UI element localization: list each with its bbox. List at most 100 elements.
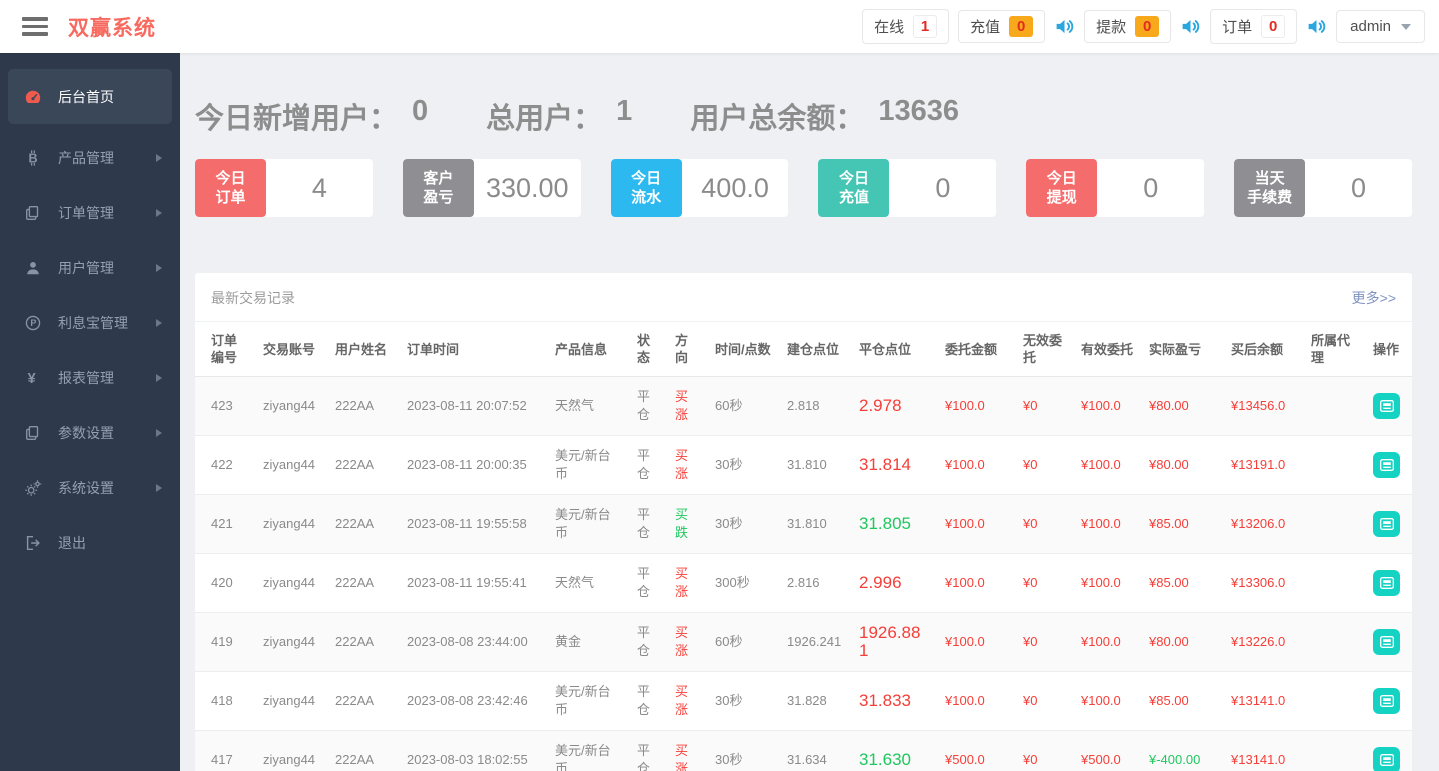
sidebar-item-reports[interactable]: ¥ 报表管理 — [0, 350, 180, 405]
valid-amount: ¥100.0 — [1073, 495, 1141, 554]
sidebar-item-logout[interactable]: 退出 — [0, 515, 180, 570]
view-order-button[interactable] — [1373, 511, 1400, 537]
order-sound-icon[interactable] — [1306, 16, 1327, 37]
card-value: 330.00 — [474, 159, 581, 217]
view-order-button[interactable] — [1373, 393, 1400, 419]
agent — [1303, 495, 1365, 554]
card-today-turnover: 今日 流水 400.0 — [611, 159, 789, 217]
profit: ¥80.00 — [1141, 436, 1223, 495]
table-row: 420ziyang44222AA2023-08-11 19:55:41天然气平仓… — [195, 554, 1412, 613]
sidebar-item-parameters[interactable]: 参数设置 — [0, 405, 180, 460]
copy-icon — [24, 423, 44, 443]
signout-icon — [24, 533, 44, 553]
card-label: 当天 手续费 — [1234, 159, 1305, 217]
gears-icon — [24, 478, 44, 498]
invalid-amount: ¥0 — [1015, 554, 1073, 613]
col-account: 交易账号 — [255, 322, 327, 377]
card-today-withdraw: 今日 提现 0 — [1026, 159, 1204, 217]
sidebar-item-label: 订单管理 — [58, 203, 114, 223]
direction: 买跌 — [667, 495, 707, 554]
view-order-button[interactable] — [1373, 570, 1400, 596]
view-order-button[interactable] — [1373, 747, 1400, 771]
status: 平仓 — [629, 672, 667, 731]
actions-cell — [1365, 731, 1412, 771]
close-point: 2.996 — [851, 554, 937, 613]
table-row: 417ziyang44222AA2023-08-03 18:02:55美元/新台… — [195, 731, 1412, 771]
col-open-point: 建仓点位 — [779, 322, 851, 377]
account: ziyang44 — [255, 613, 327, 672]
actions-cell — [1365, 495, 1412, 554]
col-balance: 买后余额 — [1223, 322, 1303, 377]
card-customer-pnl: 客户 盈亏 330.00 — [403, 159, 581, 217]
product: 美元/新台币 — [547, 495, 629, 554]
sidebar-item-orders[interactable]: 订单管理 — [0, 185, 180, 240]
recharge-sound-icon[interactable] — [1054, 16, 1075, 37]
close-point: 31.630 — [851, 731, 937, 771]
chevron-right-icon — [156, 154, 162, 162]
sidebar-item-products[interactable]: B 产品管理 — [0, 130, 180, 185]
sidebar: 后台首页 B 产品管理 订单管理 用户管理 P 利息宝管理 ¥ 报表管理 — [0, 53, 180, 771]
sidebar-item-label: 用户管理 — [58, 258, 114, 278]
user-menu[interactable]: admin — [1336, 10, 1425, 43]
col-actions: 操作 — [1365, 322, 1412, 377]
sidebar-item-interest[interactable]: P 利息宝管理 — [0, 295, 180, 350]
copy-icon — [24, 203, 44, 223]
table-row: 422ziyang44222AA2023-08-11 20:00:35美元/新台… — [195, 436, 1412, 495]
view-order-button[interactable] — [1373, 688, 1400, 714]
open-point: 1926.241 — [779, 613, 851, 672]
main-content: 今日新增用户：0 总用户：1 用户总余额：13636 今日 订单 4 客户 盈亏… — [195, 0, 1412, 771]
online-count-badge: 1 — [913, 15, 937, 38]
recharge-label: 充值 — [970, 16, 1000, 37]
profit: ¥85.00 — [1141, 554, 1223, 613]
agent — [1303, 613, 1365, 672]
valid-amount: ¥500.0 — [1073, 731, 1141, 771]
view-order-button[interactable] — [1373, 629, 1400, 655]
user-name: 222AA — [327, 436, 399, 495]
view-order-button[interactable] — [1373, 452, 1400, 478]
invalid-amount: ¥0 — [1015, 436, 1073, 495]
duration: 30秒 — [707, 731, 779, 771]
card-label: 今日 提现 — [1026, 159, 1097, 217]
col-user-name: 用户姓名 — [327, 322, 399, 377]
account: ziyang44 — [255, 495, 327, 554]
agent — [1303, 377, 1365, 436]
amount: ¥100.0 — [937, 377, 1015, 436]
profit: ¥80.00 — [1141, 377, 1223, 436]
chevron-right-icon — [156, 264, 162, 272]
col-status: 状态 — [629, 322, 667, 377]
sidebar-item-label: 参数设置 — [58, 423, 114, 443]
product: 美元/新台币 — [547, 731, 629, 771]
order-id: 419 — [195, 613, 255, 672]
chevron-down-icon — [1401, 24, 1411, 30]
online-counter[interactable]: 在线 1 — [862, 9, 949, 44]
new-users-value: 0 — [412, 95, 428, 137]
account: ziyang44 — [255, 731, 327, 771]
amount: ¥100.0 — [937, 554, 1015, 613]
product: 天然气 — [547, 554, 629, 613]
col-order-id: 订单编号 — [195, 322, 255, 377]
status: 平仓 — [629, 731, 667, 771]
withdraw-counter[interactable]: 提款 0 — [1084, 10, 1171, 43]
total-users-value: 1 — [616, 95, 632, 137]
recharge-counter[interactable]: 充值 0 — [958, 10, 1045, 43]
more-link[interactable]: 更多>> — [1352, 288, 1396, 308]
status: 平仓 — [629, 436, 667, 495]
sidebar-item-users[interactable]: 用户管理 — [0, 240, 180, 295]
card-today-orders: 今日 订单 4 — [195, 159, 373, 217]
actions-cell — [1365, 613, 1412, 672]
sidebar-item-dashboard[interactable]: 后台首页 — [8, 69, 172, 124]
col-valid: 有效委托 — [1073, 322, 1141, 377]
table-header-row: 订单编号 交易账号 用户姓名 订单时间 产品信息 状态 方向 时间/点数 建仓点… — [195, 322, 1412, 377]
menu-toggle-icon[interactable] — [22, 17, 48, 36]
balance: ¥13306.0 — [1223, 554, 1303, 613]
card-label: 客户 盈亏 — [403, 159, 474, 217]
order-counter[interactable]: 订单 0 — [1210, 9, 1297, 44]
order-time: 2023-08-11 19:55:58 — [399, 495, 547, 554]
card-value: 0 — [1097, 159, 1204, 217]
interest-icon: P — [24, 313, 44, 333]
product: 美元/新台币 — [547, 672, 629, 731]
sidebar-item-system[interactable]: 系统设置 — [0, 460, 180, 515]
table-row: 419ziyang44222AA2023-08-08 23:44:00黄金平仓买… — [195, 613, 1412, 672]
withdraw-sound-icon[interactable] — [1180, 16, 1201, 37]
duration: 30秒 — [707, 436, 779, 495]
